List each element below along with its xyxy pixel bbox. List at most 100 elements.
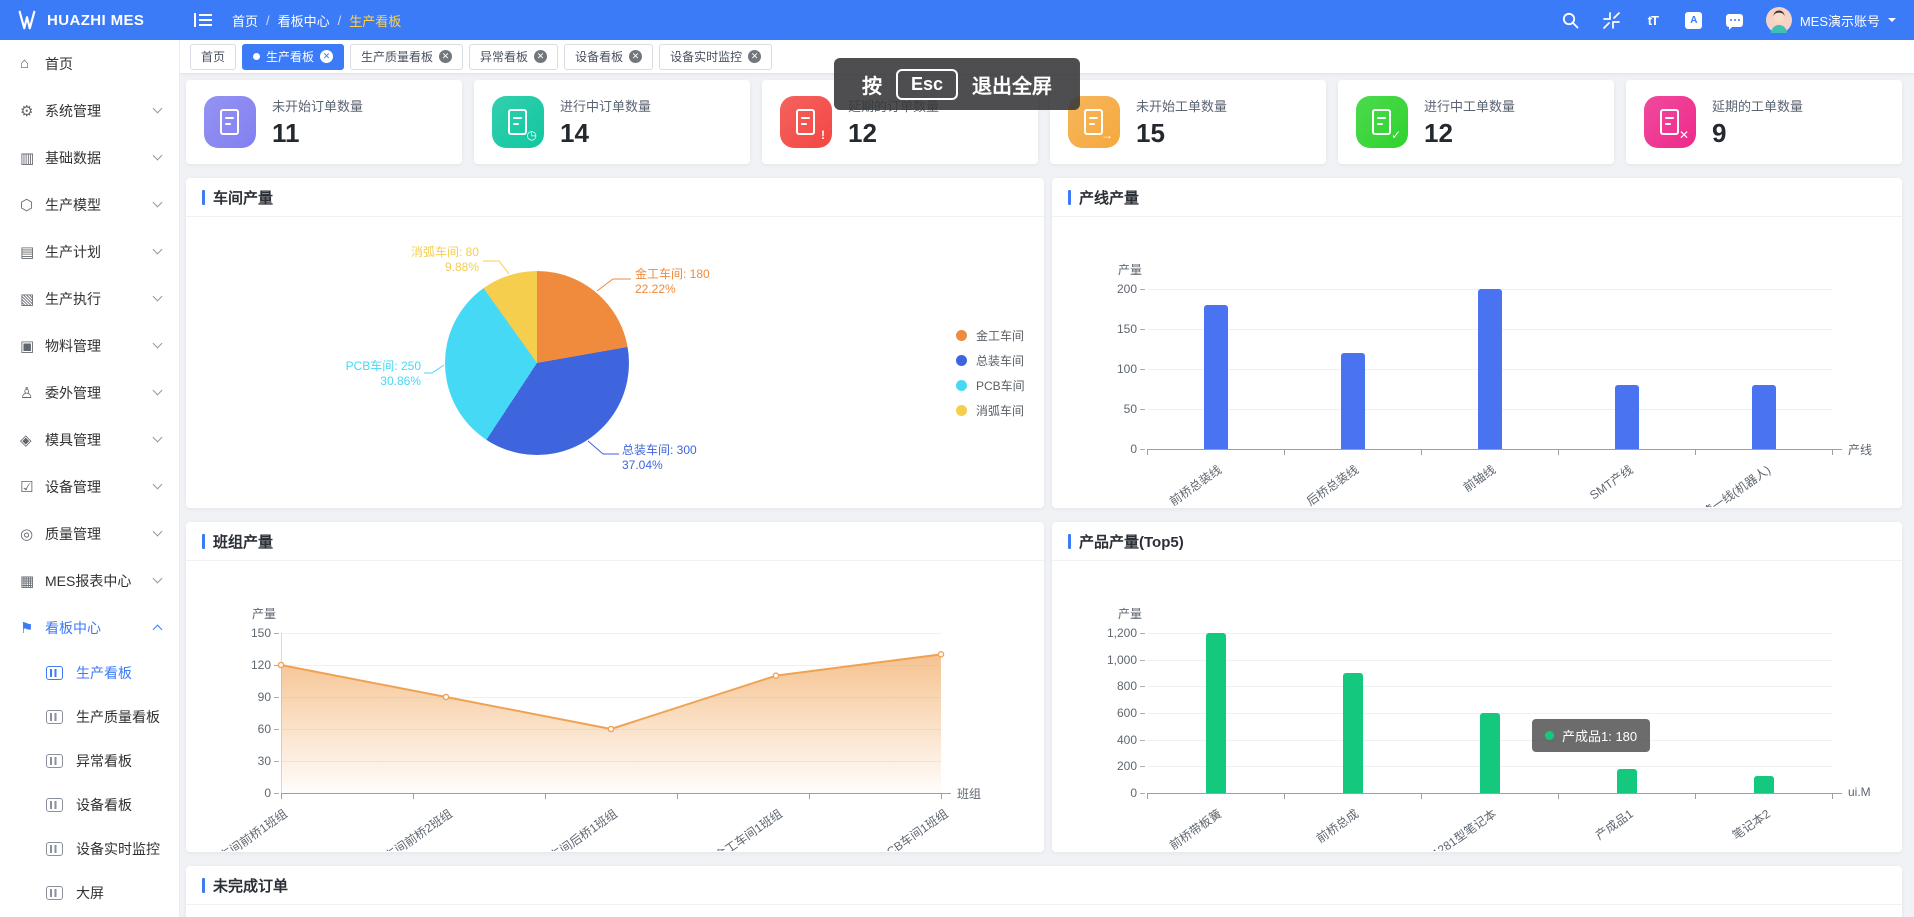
sidebar-item-label: 基础数据 bbox=[45, 148, 101, 168]
sidebar-item-label: 生产模型 bbox=[45, 195, 101, 215]
tab-异常看板[interactable]: 异常看板✕ bbox=[469, 44, 558, 70]
exit-fullscreen-toast: 按 Esc 退出全屏 bbox=[834, 58, 1080, 110]
tab-设备看板[interactable]: 设备看板✕ bbox=[564, 44, 653, 70]
sidebar-subitem-设备实时监控[interactable]: 设备实时监控 bbox=[0, 827, 179, 871]
stat-info: 未开始订单数量11 bbox=[272, 96, 363, 149]
production-exec-icon: ▧ bbox=[20, 290, 45, 308]
y-tick-label: 150 bbox=[219, 626, 271, 640]
sidebar-item-物料管理[interactable]: ▣物料管理 bbox=[0, 322, 179, 369]
close-icon[interactable]: ✕ bbox=[320, 50, 333, 63]
x-category-label: 前桥总成 bbox=[1313, 805, 1362, 846]
sidebar-item-生产计划[interactable]: ▤生产计划 bbox=[0, 228, 179, 275]
gridline bbox=[281, 729, 941, 730]
sidebar-subitem-label: 设备看板 bbox=[76, 795, 132, 815]
sidebar-subitem-生产质量看板[interactable]: 生产质量看板 bbox=[0, 695, 179, 739]
exit-fullscreen-icon[interactable] bbox=[1602, 10, 1622, 30]
sidebar-item-系统管理[interactable]: ⚙系统管理 bbox=[0, 87, 179, 134]
x-tick-mark bbox=[1832, 450, 1833, 455]
sidebar-item-看板中心[interactable]: ⚑看板中心 bbox=[0, 604, 179, 651]
sidebar-item-MES报表中心[interactable]: ▦MES报表中心 bbox=[0, 557, 179, 604]
stat-label: 延期的工单数量 bbox=[1712, 96, 1803, 115]
sidebar-item-生产执行[interactable]: ▧生产执行 bbox=[0, 275, 179, 322]
sidebar-item-模具管理[interactable]: ◈模具管理 bbox=[0, 416, 179, 463]
legend-item-PCB车间[interactable]: PCB车间 bbox=[956, 377, 1025, 394]
close-icon[interactable]: ✕ bbox=[629, 50, 642, 63]
sidebar-item-委外管理[interactable]: ♙委外管理 bbox=[0, 369, 179, 416]
close-icon[interactable]: ✕ bbox=[534, 50, 547, 63]
stat-card: ✓进行中工单数量12 bbox=[1338, 80, 1614, 164]
user-menu[interactable]: MES演示账号 bbox=[1766, 7, 1896, 33]
stat-label: 进行中工单数量 bbox=[1424, 96, 1515, 115]
gridline bbox=[1147, 633, 1832, 634]
sidebar-item-首页[interactable]: ⌂首页 bbox=[0, 40, 179, 87]
chevron-down-icon bbox=[153, 386, 163, 396]
collapse-menu-icon[interactable] bbox=[194, 12, 212, 28]
board-icon bbox=[46, 886, 63, 900]
search-icon[interactable] bbox=[1561, 10, 1581, 30]
tab-生产看板[interactable]: 生产看板✕ bbox=[242, 44, 344, 70]
workshop-pie-chart: 金工车间: 18022.22%总装车间: 30037.04%PCB车间: 250… bbox=[186, 217, 1044, 507]
sidebar-item-设备管理[interactable]: ☑设备管理 bbox=[0, 463, 179, 510]
bar-前桥总成 bbox=[1343, 673, 1363, 793]
gridline bbox=[281, 665, 941, 666]
message-icon[interactable] bbox=[1725, 10, 1745, 30]
sidebar-subitem-生产看板[interactable]: 生产看板 bbox=[0, 651, 179, 695]
sidebar-subitem-异常看板[interactable]: 异常看板 bbox=[0, 739, 179, 783]
sidebar-subitem-设备看板[interactable]: 设备看板 bbox=[0, 783, 179, 827]
breadcrumb-home[interactable]: 首页 bbox=[232, 11, 258, 30]
document-glyph bbox=[508, 109, 527, 135]
app-logo[interactable]: HUAZHI MES bbox=[0, 9, 180, 31]
y-tick-label: 150 bbox=[1085, 322, 1137, 336]
x-category-label: 总装车间前桥2班组 bbox=[362, 805, 456, 851]
badge-glyph: → bbox=[1101, 129, 1113, 141]
y-tick-mark bbox=[1140, 633, 1145, 634]
x-tick-mark bbox=[1558, 450, 1559, 455]
line-output-card: 产线产量 产量050100150200产线前桥总装线后桥总装线前轴线SMT产线喷… bbox=[1052, 178, 1902, 508]
y-tick-mark bbox=[1140, 329, 1145, 330]
sidebar-item-基础数据[interactable]: ▥基础数据 bbox=[0, 134, 179, 181]
legend-item-消弧车间[interactable]: 消弧车间 bbox=[956, 402, 1025, 419]
legend-item-金工车间[interactable]: 金工车间 bbox=[956, 327, 1025, 344]
stat-label: 未开始工单数量 bbox=[1136, 96, 1227, 115]
y-tick-mark bbox=[1140, 740, 1145, 741]
tab-label: 首页 bbox=[201, 48, 225, 65]
close-icon[interactable]: ✕ bbox=[748, 50, 761, 63]
x-category-label: 总装车间前桥1班组 bbox=[197, 805, 291, 851]
sidebar-item-质量管理[interactable]: ◎质量管理 bbox=[0, 510, 179, 557]
tab-设备实时监控[interactable]: 设备实时监控✕ bbox=[659, 44, 772, 70]
workshop-output-card: 车间产量 金工车间: 18022.22%总装车间: 30037.04%PCB车间… bbox=[186, 178, 1044, 508]
y-axis-name: 产量 bbox=[1087, 605, 1142, 622]
app-header: HUAZHI MES 首页 / 看板中心 / 生产看板 tT A bbox=[0, 0, 1914, 40]
chevron-down-icon bbox=[153, 245, 163, 255]
team-output-area-chart: 产量0306090120150班组总装车间前桥1班组总装车间前桥2班组总装车间后… bbox=[186, 561, 1044, 851]
bar-喷漆一线(机器人) bbox=[1752, 385, 1776, 449]
quality-icon: ◎ bbox=[20, 525, 45, 543]
card-title: 班组产量 bbox=[213, 531, 273, 552]
x-tick-mark bbox=[1695, 794, 1696, 799]
product-top5-bar-chart: 产量02004006008001,0001,200ui.M前桥带板簧前桥总成12… bbox=[1052, 561, 1902, 851]
pie-label-消弧车间: 消弧车间: 809.88% bbox=[353, 245, 479, 275]
y-tick-label: 100 bbox=[1085, 362, 1137, 376]
pie-graphic bbox=[445, 271, 629, 455]
font-size-icon[interactable]: tT bbox=[1643, 10, 1663, 30]
legend-label: 消弧车间 bbox=[976, 402, 1024, 419]
chevron-down-icon bbox=[153, 433, 163, 443]
translate-icon[interactable]: A bbox=[1684, 10, 1704, 30]
tab-首页[interactable]: 首页 bbox=[190, 44, 236, 70]
title-accent bbox=[202, 190, 205, 205]
sidebar-item-label: 委外管理 bbox=[45, 383, 101, 403]
x-axis-line bbox=[1147, 793, 1842, 794]
breadcrumb-board-center[interactable]: 看板中心 bbox=[278, 11, 330, 30]
y-tick-label: 200 bbox=[1085, 759, 1137, 773]
breadcrumb: 首页 / 看板中心 / 生产看板 bbox=[232, 11, 401, 30]
sidebar-subitem-大屏[interactable]: 大屏 bbox=[0, 871, 179, 915]
x-axis-line bbox=[1147, 449, 1842, 450]
header-toolbar: tT A MES演示账号 bbox=[1561, 7, 1914, 33]
active-tab-dot bbox=[253, 53, 260, 60]
stat-value: 11 bbox=[272, 118, 363, 149]
tab-生产质量看板[interactable]: 生产质量看板✕ bbox=[350, 44, 463, 70]
legend-dot bbox=[956, 355, 967, 366]
close-icon[interactable]: ✕ bbox=[439, 50, 452, 63]
sidebar-item-生产模型[interactable]: ⬡生产模型 bbox=[0, 181, 179, 228]
legend-item-总装车间[interactable]: 总装车间 bbox=[956, 352, 1025, 369]
